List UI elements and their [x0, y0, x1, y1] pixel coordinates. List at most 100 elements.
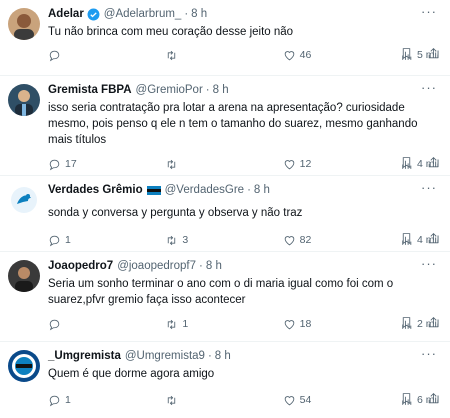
- tweet-text: isso seria contratação pra lotar a arena…: [48, 102, 418, 146]
- retweet-button[interactable]: [165, 394, 205, 407]
- bookmark-icon[interactable]: [400, 392, 413, 405]
- like-icon: [284, 159, 294, 169]
- reply-icon: [49, 235, 60, 246]
- like-icon: [284, 395, 294, 405]
- like-icon: [284, 235, 294, 245]
- more-icon[interactable]: ···: [418, 347, 440, 365]
- timestamp[interactable]: 8 h: [215, 347, 231, 365]
- tweet[interactable]: Verdades Grêmio @VerdadesGre · 8 h ··· s…: [0, 176, 450, 252]
- retweet-button[interactable]: [165, 49, 205, 62]
- reply-button[interactable]: [48, 318, 88, 331]
- reply-icon: [49, 395, 60, 406]
- like-button[interactable]: 12: [283, 158, 323, 171]
- retweet-icon: [168, 50, 176, 60]
- like-icon: [284, 319, 294, 329]
- timestamp[interactable]: 8 h: [206, 257, 222, 275]
- like-icon: [284, 50, 294, 60]
- retweet-icon: [168, 319, 176, 329]
- avatar[interactable]: [8, 84, 40, 116]
- author-name[interactable]: Joaopedro7: [48, 257, 113, 275]
- share-icon[interactable]: [427, 232, 440, 245]
- tweet-text: Quem é que dorme agora amigo: [48, 368, 215, 380]
- like-count: 12: [299, 158, 312, 170]
- reply-button[interactable]: [48, 49, 88, 62]
- reply-icon: [49, 50, 60, 61]
- author-name[interactable]: _Umgremista: [48, 347, 121, 365]
- reply-button[interactable]: 17: [48, 158, 88, 171]
- more-icon[interactable]: ···: [418, 5, 440, 23]
- avatar[interactable]: [8, 184, 40, 216]
- share-icon[interactable]: [427, 156, 440, 169]
- tweet[interactable]: _Umgremista @Umgremista9 · 8 h ··· Quem …: [0, 342, 450, 418]
- tweet-header: Joaopedro7 @joaopedropf7 · 8 h: [48, 257, 440, 275]
- separator-dot: ·: [199, 260, 203, 272]
- reply-button[interactable]: 1: [48, 394, 88, 407]
- author-handle[interactable]: @joaopedropf7: [117, 257, 196, 275]
- tweet-actions: 1 18 2 mil: [48, 316, 440, 332]
- bookmark-icon[interactable]: [400, 316, 413, 329]
- like-count: 46: [299, 49, 312, 61]
- bookmark-icon[interactable]: [400, 47, 413, 60]
- tweet-header: _Umgremista @Umgremista9 · 8 h: [48, 347, 440, 365]
- like-button[interactable]: 82: [283, 234, 323, 247]
- tweet-actions: 1 54 6 mil: [48, 392, 440, 408]
- author-name[interactable]: Gremista FBPA: [48, 81, 132, 99]
- tweet[interactable]: Joaopedro7 @joaopedropf7 · 8 h ··· Seria…: [0, 252, 450, 342]
- tweet-actions: 1 3 82 4 mil: [48, 232, 440, 248]
- tweet-text: Seria um sonho terminar o ano com o di m…: [48, 278, 394, 306]
- retweet-icon: [168, 395, 176, 405]
- avatar[interactable]: [8, 350, 40, 382]
- reply-count: 1: [65, 394, 71, 406]
- share-icon[interactable]: [427, 47, 440, 60]
- tweet-text: Tu não brinca com meu coração desse jeit…: [48, 26, 294, 38]
- like-button[interactable]: 46: [283, 49, 323, 62]
- retweet-icon: [168, 159, 176, 169]
- reply-count: 1: [65, 234, 71, 246]
- retweet-count: 1: [182, 318, 189, 330]
- author-handle[interactable]: @Umgremista9: [125, 347, 205, 365]
- tweet[interactable]: Gremista FBPA @GremioPor · 8 h ··· isso …: [0, 76, 450, 176]
- share-icon[interactable]: [427, 316, 440, 329]
- tweet-header: Gremista FBPA @GremioPor · 8 h: [48, 81, 440, 99]
- author-name[interactable]: Verdades Grêmio: [48, 181, 143, 199]
- bookmark-icon[interactable]: [400, 232, 413, 245]
- tweet-actions: 46 5 mil: [48, 47, 440, 63]
- separator-dot: ·: [205, 84, 210, 96]
- tweet-text: sonda y conversa y pergunta y observa y …: [48, 207, 303, 219]
- flag-icon: [146, 185, 161, 195]
- like-count: 54: [299, 394, 312, 406]
- more-icon[interactable]: ···: [418, 81, 440, 99]
- bookmark-icon[interactable]: [400, 156, 413, 169]
- tweet[interactable]: Adelar @Adelarbrum_ · 8 h ··· Tu não bri…: [0, 0, 450, 76]
- timestamp[interactable]: 8 h: [213, 81, 229, 99]
- author-handle[interactable]: @VerdadesGre: [165, 181, 244, 199]
- more-icon[interactable]: ···: [418, 257, 440, 275]
- retweet-button[interactable]: 1: [165, 318, 205, 331]
- timestamp[interactable]: 8 h: [191, 5, 207, 23]
- author-name[interactable]: Adelar: [48, 5, 84, 23]
- like-button[interactable]: 18: [283, 318, 323, 331]
- author-handle[interactable]: @GremioPor: [136, 81, 203, 99]
- reply-icon: [49, 319, 60, 330]
- retweet-count: 3: [182, 234, 189, 246]
- verified-badge-icon: [87, 8, 100, 20]
- reply-button[interactable]: 1: [48, 234, 88, 247]
- separator-dot: ·: [207, 350, 212, 362]
- like-button[interactable]: 54: [283, 394, 323, 407]
- more-icon[interactable]: ···: [418, 181, 440, 199]
- tweet-actions: 17 12 4 mil: [48, 156, 440, 172]
- timestamp[interactable]: 8 h: [254, 181, 270, 199]
- share-icon[interactable]: [427, 392, 440, 405]
- reply-count: 17: [65, 158, 77, 170]
- retweet-button[interactable]: 3: [165, 234, 205, 247]
- avatar[interactable]: [8, 8, 40, 40]
- like-count: 18: [299, 318, 312, 330]
- avatar[interactable]: [8, 260, 40, 292]
- tweet-header: Adelar @Adelarbrum_ · 8 h: [48, 5, 440, 23]
- separator-dot: ·: [247, 184, 251, 196]
- author-handle[interactable]: @Adelarbrum_: [104, 5, 182, 23]
- tweet-header: Verdades Grêmio @VerdadesGre · 8 h: [48, 181, 440, 199]
- retweet-button[interactable]: [165, 158, 205, 171]
- like-count: 82: [299, 234, 312, 246]
- reply-icon: [49, 159, 60, 170]
